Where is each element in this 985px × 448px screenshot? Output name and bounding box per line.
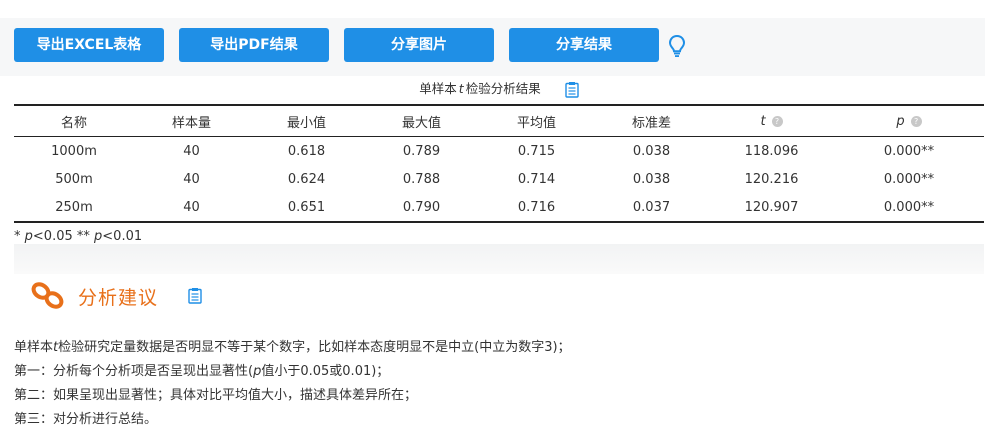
advice-text-part: 单样本 xyxy=(14,340,54,355)
col-header-t-label: t xyxy=(760,113,766,129)
advice-text-part: 值小于0.05或0.01)； xyxy=(261,364,390,379)
help-circle-icon[interactable]: ? xyxy=(910,115,922,127)
advice-title: 分析建议 xyxy=(78,286,159,309)
document-icon[interactable] xyxy=(188,288,202,304)
cell-std: 0.038 xyxy=(632,171,671,187)
advice-text-part: 第一：分析每个分析项是否呈现出显著性( xyxy=(14,364,254,379)
note-part: <0.05 ** xyxy=(32,229,95,244)
help-circle-icon[interactable]: ? xyxy=(771,115,783,127)
table-header-row: 名称 样本量 最小值 最大值 平均值 标准差 t? p? xyxy=(14,105,984,137)
cell-name: 1000m xyxy=(51,143,97,159)
col-header-name: 名称 xyxy=(60,115,87,131)
col-header-p-label: p xyxy=(896,113,905,129)
cell-p: 0.000** xyxy=(883,143,935,159)
lightbulb-icon[interactable] xyxy=(667,34,687,58)
cell-name: 250m xyxy=(55,199,93,215)
cell-p: 0.000** xyxy=(883,171,935,187)
cell-std: 0.038 xyxy=(632,143,671,159)
table-row: 500m 40 0.624 0.788 0.714 0.038 120.216 … xyxy=(14,165,984,193)
advice-header: 分析建议 xyxy=(30,276,202,316)
advice-line-2: 第一：分析每个分析项是否呈现出显著性(p值小于0.05或0.01)； xyxy=(14,360,571,384)
top-band xyxy=(0,0,985,18)
result-table-section: 单样本 t 检验分析结果 名称 样本量 最小值 最大值 平均值 标准差 t? p? xyxy=(14,76,984,244)
advice-text: 单样本t检验研究定量数据是否明显不等于某个数字，比如样本态度明显不是中立(中立为… xyxy=(14,336,571,432)
cell-sample-size: 40 xyxy=(183,199,200,215)
cell-p: 0.000** xyxy=(883,199,935,215)
cell-mean: 0.714 xyxy=(517,171,556,187)
export-excel-button[interactable]: 导出EXCEL表格 xyxy=(14,28,164,62)
note-part: * xyxy=(14,229,25,244)
ttest-table: 名称 样本量 最小值 最大值 平均值 标准差 t? p? 1000m 40 0.… xyxy=(14,104,984,223)
table-row: 250m 40 0.651 0.790 0.716 0.037 120.907 … xyxy=(14,193,984,222)
section-divider xyxy=(14,244,984,274)
note-p: p xyxy=(24,229,33,244)
note-part: <0.01 xyxy=(102,229,143,244)
share-image-button[interactable]: 分享图片 xyxy=(344,28,494,62)
cell-sample-size: 40 xyxy=(183,143,200,159)
col-header-sample-size: 样本量 xyxy=(171,115,211,131)
cell-sample-size: 40 xyxy=(183,171,200,187)
table-title-prefix: 单样本 xyxy=(419,81,457,96)
table-row: 1000m 40 0.618 0.789 0.715 0.038 118.096… xyxy=(14,137,984,166)
significance-note: * p<0.05 ** p<0.01 xyxy=(14,223,984,244)
share-result-button[interactable]: 分享结果 xyxy=(509,28,659,62)
chain-link-icon xyxy=(31,282,64,309)
cell-max: 0.790 xyxy=(402,199,441,215)
advice-line-4: 第三：对分析进行总结。 xyxy=(14,412,158,427)
table-title-t: t xyxy=(458,81,464,96)
cell-min: 0.618 xyxy=(287,143,326,159)
cell-max: 0.788 xyxy=(402,171,441,187)
cell-t: 118.096 xyxy=(744,143,799,159)
cell-max: 0.789 xyxy=(402,143,441,159)
cell-min: 0.624 xyxy=(287,171,326,187)
advice-text-part: 检验研究定量数据是否明显不等于某个数字，比如样本态度明显不是中立(中立为数字3)… xyxy=(58,340,571,355)
advice-line-1: 单样本t检验研究定量数据是否明显不等于某个数字，比如样本态度明显不是中立(中立为… xyxy=(14,336,571,360)
document-icon[interactable] xyxy=(565,81,579,98)
col-header-std: 标准差 xyxy=(631,115,671,131)
col-header-max: 最大值 xyxy=(401,115,441,131)
toolbar: 导出EXCEL表格 导出PDF结果 分享图片 分享结果 xyxy=(0,18,985,76)
cell-t: 120.907 xyxy=(744,199,799,215)
cell-std: 0.037 xyxy=(632,199,671,215)
advice-line-3: 第二：如果呈现出显著性；具体对比平均值大小，描述具体差异所在； xyxy=(14,388,418,403)
cell-mean: 0.715 xyxy=(517,143,556,159)
col-header-mean: 平均值 xyxy=(516,115,556,131)
cell-name: 500m xyxy=(55,171,93,187)
table-title-suffix: 检验分析结果 xyxy=(465,81,541,96)
table-title: 单样本 t 检验分析结果 xyxy=(14,76,984,104)
cell-min: 0.651 xyxy=(287,199,326,215)
col-header-min: 最小值 xyxy=(286,115,326,131)
cell-mean: 0.716 xyxy=(517,199,556,215)
cell-t: 120.216 xyxy=(744,171,799,187)
export-pdf-button[interactable]: 导出PDF结果 xyxy=(179,28,329,62)
col-header-t: t? xyxy=(709,105,834,137)
col-header-p: p? xyxy=(834,105,984,137)
